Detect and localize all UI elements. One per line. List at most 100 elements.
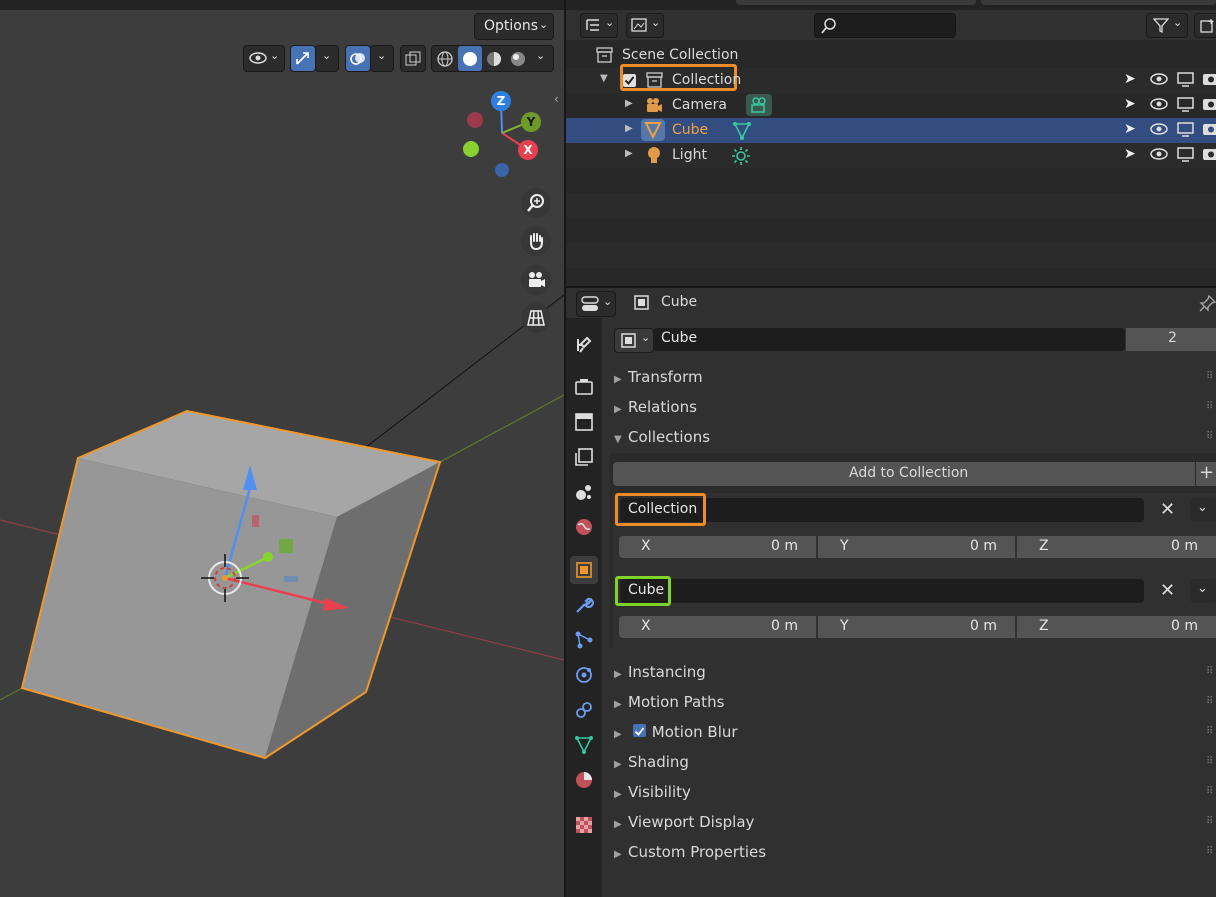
drag-handle-icon[interactable]: ⠿ <box>1206 847 1214 859</box>
3d-viewport[interactable]: Z Y X Options ⌄ ⌄ ⌄ ⌄ ⌄ ‹ <box>0 0 564 897</box>
perspective-toggle-button[interactable] <box>521 303 551 333</box>
drag-handle-icon[interactable]: ⠿ <box>1206 667 1214 679</box>
pan-tool-button[interactable] <box>521 226 551 256</box>
render-camera-icon[interactable] <box>1202 121 1216 137</box>
close-icon[interactable]: ✕ <box>1160 580 1175 601</box>
visibility-dropdown[interactable]: ⌄ <box>243 45 285 72</box>
sidebar-toggle-icon[interactable]: ‹ <box>554 92 559 106</box>
panel-motion-blur[interactable]: ▶ Motion Blur ⠿ <box>614 723 1216 749</box>
close-icon[interactable]: ✕ <box>1160 499 1175 520</box>
tab-material[interactable] <box>570 766 598 794</box>
expand-triangle-icon[interactable]: ▶ <box>625 148 633 159</box>
gizmo-y-ball[interactable]: Y <box>521 112 541 132</box>
drag-handle-icon[interactable]: ⠿ <box>1206 817 1214 829</box>
render-camera-icon[interactable] <box>1202 146 1216 162</box>
collection-offset-y[interactable]: Y0 m <box>818 536 1015 558</box>
outliner-search-input[interactable] <box>814 13 956 38</box>
eye-icon[interactable] <box>1150 121 1170 137</box>
outliner-row-collection[interactable]: ▼ Collection ➤ <box>566 64 1216 93</box>
panel-viewport-display[interactable]: ▶ Viewport Display ⠿ <box>614 813 1216 839</box>
camera-data-badge[interactable] <box>746 94 772 116</box>
eye-icon[interactable] <box>1150 96 1170 112</box>
tab-output[interactable] <box>570 408 598 436</box>
outliner-row-cube[interactable]: ▶ Cube ➤ <box>566 118 1216 143</box>
viewport-scene[interactable] <box>0 0 564 897</box>
panel-relations[interactable]: ▶ Relations ⠿ <box>614 398 1216 424</box>
object-browse-dropdown[interactable]: ⌄ <box>614 328 654 353</box>
eye-icon[interactable] <box>1150 146 1170 162</box>
motion-blur-checkbox[interactable] <box>632 724 646 737</box>
wireframe-shading-icon[interactable] <box>436 50 454 68</box>
selectable-icon[interactable]: ➤ <box>1124 71 1144 87</box>
selectable-icon[interactable]: ➤ <box>1124 121 1144 137</box>
tab-render[interactable] <box>570 373 598 401</box>
eye-icon[interactable] <box>1150 71 1170 87</box>
tab-scene[interactable] <box>570 478 598 506</box>
gizmo-x-ball[interactable]: X <box>518 140 538 160</box>
overlays-toggle-button[interactable] <box>345 45 371 72</box>
collection-offset-y[interactable]: Y0 m <box>818 616 1015 638</box>
tab-view-layer[interactable] <box>570 443 598 471</box>
tab-tool[interactable] <box>570 331 598 359</box>
add-to-collection-button[interactable]: Add to Collection <box>613 462 1195 486</box>
panel-shading[interactable]: ▶ Shading ⠿ <box>614 753 1216 779</box>
collection-offset-x[interactable]: X0 m <box>619 616 816 638</box>
material-shading-icon[interactable] <box>485 50 503 68</box>
expand-triangle-icon[interactable]: ▶ <box>625 123 633 134</box>
gizmo-z-ball[interactable]: Z <box>491 91 511 111</box>
camera-view-button[interactable] <box>521 265 551 295</box>
collection-offset-z[interactable]: Z0 m <box>1017 616 1216 638</box>
outliner-row-camera[interactable]: ▶ Camera ➤ <box>566 93 1216 118</box>
outliner-panel[interactable]: ⌄ ⌄ ⌄ Scene Collection ▼ Collection ➤ ▶ … <box>566 10 1216 286</box>
monitor-icon[interactable] <box>1176 146 1196 162</box>
drag-handle-icon[interactable]: ⠿ <box>1206 697 1214 709</box>
tab-texture[interactable] <box>570 811 598 839</box>
collection-specials-dropdown[interactable]: ⌄ <box>1190 579 1216 603</box>
collection-name-field[interactable]: Cube <box>620 579 1144 603</box>
monitor-icon[interactable] <box>1176 96 1196 112</box>
render-camera-icon[interactable] <box>1202 71 1216 87</box>
panel-instancing[interactable]: ▶ Instancing ⠿ <box>614 663 1216 689</box>
drag-handle-icon[interactable]: ⠿ <box>1206 727 1214 739</box>
drag-handle-icon[interactable]: ⠿ <box>1206 432 1214 444</box>
xray-toggle-button[interactable] <box>400 45 426 72</box>
selectable-icon[interactable]: ➤ <box>1124 96 1144 112</box>
zoom-tool-button[interactable] <box>521 188 551 218</box>
panel-motion-paths[interactable]: ▶ Motion Paths ⠿ <box>614 693 1216 719</box>
gizmo-dropdown[interactable]: ⌄ <box>315 45 339 72</box>
options-dropdown[interactable]: Options ⌄ <box>474 13 554 40</box>
render-camera-icon[interactable] <box>1202 96 1216 112</box>
shading-mode-group[interactable]: ⌄ <box>431 45 554 72</box>
user-count-button[interactable]: 2 <box>1126 328 1216 351</box>
add-collection-plus-button[interactable]: + <box>1196 462 1216 486</box>
tab-object[interactable] <box>570 556 598 584</box>
drag-handle-icon[interactable]: ⠿ <box>1206 372 1214 384</box>
properties-panel[interactable]: ⌄ Cube ⌄ Cube 2 ▶ Transform ⠿ ▶ Relations ⠿ … <box>566 288 1216 897</box>
filter-dropdown[interactable]: ⌄ <box>1146 13 1188 38</box>
panel-visibility[interactable]: ▶ Visibility ⠿ <box>614 783 1216 809</box>
editor-type-dropdown[interactable]: ⌄ <box>576 291 616 317</box>
tab-data[interactable] <box>570 731 598 759</box>
object-name-field[interactable]: Cube <box>653 328 1125 351</box>
tab-physics[interactable] <box>570 661 598 689</box>
tab-constraints[interactable] <box>570 696 598 724</box>
panel-transform[interactable]: ▶ Transform ⠿ <box>614 368 1216 394</box>
outliner-row-light[interactable]: ▶ Light ➤ <box>566 143 1216 168</box>
rendered-shading-icon[interactable] <box>509 50 527 68</box>
tab-modifiers[interactable] <box>570 591 598 619</box>
solid-shading-button[interactable] <box>458 46 482 71</box>
tab-world[interactable] <box>570 513 598 541</box>
collection-offset-z[interactable]: Z0 m <box>1017 536 1216 558</box>
expand-triangle-icon[interactable]: ▼ <box>600 73 608 84</box>
collection-offset-x[interactable]: X0 m <box>619 536 816 558</box>
overlays-dropdown[interactable]: ⌄ <box>370 45 394 72</box>
filter-image-dropdown[interactable]: ⌄ <box>626 13 664 38</box>
mesh-data-icon[interactable] <box>732 121 752 140</box>
display-mode-dropdown[interactable]: ⌄ <box>580 13 618 38</box>
selectable-icon[interactable]: ➤ <box>1124 146 1144 162</box>
collection-specials-dropdown[interactable]: ⌄ <box>1190 498 1216 522</box>
drag-handle-icon[interactable]: ⠿ <box>1206 787 1214 799</box>
new-collection-button[interactable] <box>1194 13 1216 38</box>
gizmo-toggle-button[interactable] <box>290 45 316 72</box>
monitor-icon[interactable] <box>1176 121 1196 137</box>
